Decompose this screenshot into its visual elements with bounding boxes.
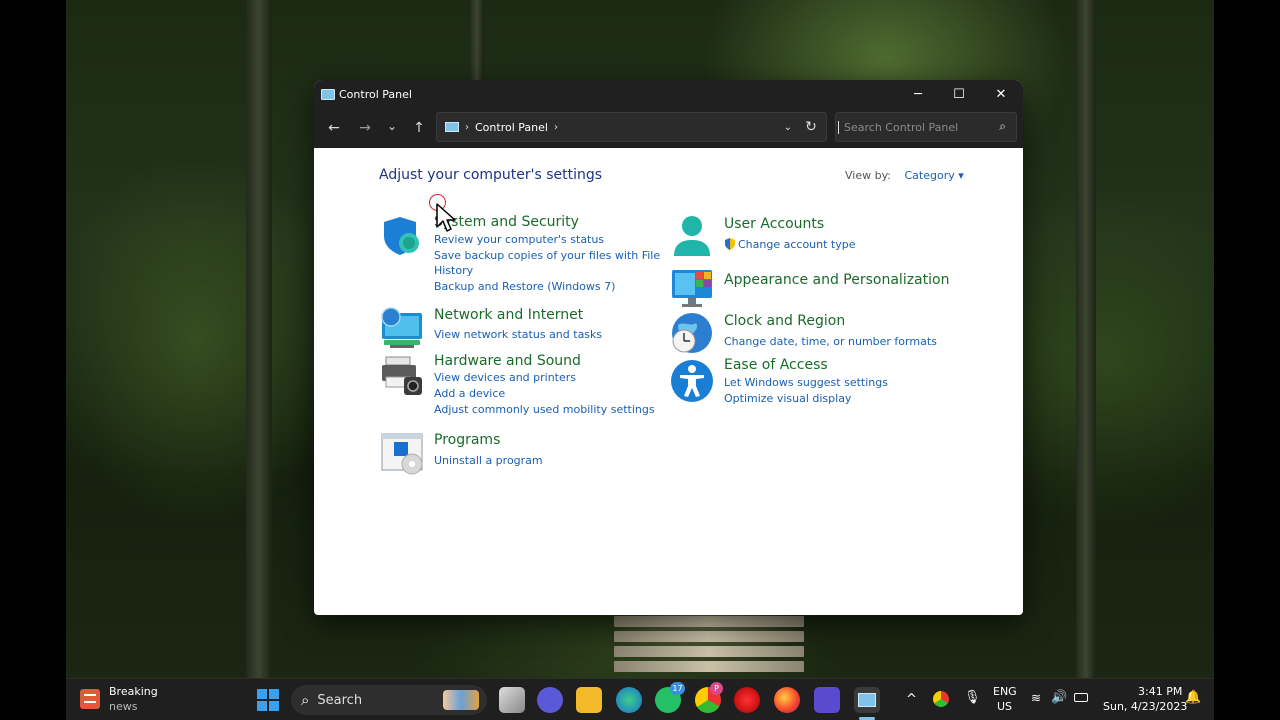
widget-title[interactable]: Breaking: [109, 685, 158, 698]
ease-of-access-title[interactable]: Ease of Access: [724, 357, 828, 373]
tray-overflow-button[interactable]: ^: [906, 692, 917, 707]
network-status-link[interactable]: View network status and tasks: [434, 328, 602, 341]
whatsapp-badge: 17: [670, 682, 685, 695]
microphone-icon[interactable]: 🎙: [964, 690, 981, 705]
mobility-settings-link[interactable]: Adjust commonly used mobility settings: [434, 403, 655, 416]
user-icon[interactable]: [670, 214, 714, 258]
programs-icon[interactable]: [380, 432, 424, 476]
view-by-label: View by:: [845, 169, 891, 182]
edge-browser-icon[interactable]: [616, 687, 642, 713]
control-panel-window: Control Panel ─ ☐ ✕ ← → ⌄ ↑ › Control Pa…: [314, 80, 1023, 615]
minimize-button[interactable]: ─: [897, 80, 939, 108]
add-device-link[interactable]: Add a device: [434, 387, 505, 400]
printer-icon[interactable]: [380, 353, 424, 397]
chrome-tray-icon[interactable]: [933, 691, 949, 707]
control-panel-taskbar-icon[interactable]: [854, 687, 880, 713]
search-highlight-icon: [443, 690, 479, 710]
address-bar[interactable]: › Control Panel › ⌄: [436, 112, 827, 142]
uninstall-program-link[interactable]: Uninstall a program: [434, 454, 543, 467]
view-by: View by: Category ▾: [845, 169, 964, 182]
devices-printers-link[interactable]: View devices and printers: [434, 371, 576, 384]
control-panel-icon: [445, 122, 459, 132]
search-input[interactable]: [838, 120, 988, 134]
breadcrumb-control-panel[interactable]: Control Panel: [475, 121, 548, 134]
maximize-button[interactable]: ☐: [938, 80, 980, 108]
taskbar-search-label: Search: [317, 692, 363, 708]
volume-icon[interactable]: 🔊: [1051, 690, 1067, 705]
notification-bell-icon[interactable]: 🔔: [1185, 690, 1201, 705]
huawei-icon[interactable]: [734, 687, 760, 713]
task-view-icon[interactable]: [499, 687, 525, 713]
windows-start-icon[interactable]: [257, 689, 279, 711]
refresh-button[interactable]: ↻: [798, 113, 824, 141]
programs-title[interactable]: Programs: [434, 432, 500, 448]
clock-region-title[interactable]: Clock and Region: [724, 313, 845, 329]
file-history-link-continued[interactable]: History: [434, 264, 473, 277]
accessibility-icon[interactable]: [670, 359, 714, 403]
title-bar: Control Panel ─ ☐ ✕: [314, 80, 1023, 108]
tree-trunk: [1076, 0, 1096, 678]
view-by-dropdown[interactable]: Category ▾: [905, 169, 964, 182]
battery-icon[interactable]: [1074, 693, 1088, 702]
news-widget-icon[interactable]: [80, 689, 100, 709]
shield-icon[interactable]: [380, 214, 424, 258]
taskbar-search[interactable]: ⌕ Search: [291, 685, 487, 715]
appearance-icon[interactable]: [670, 266, 714, 310]
network-icon[interactable]: [380, 307, 424, 351]
widget-subtitle[interactable]: news: [109, 700, 137, 713]
window-title: Control Panel: [339, 87, 412, 101]
tree-trunk: [246, 0, 272, 678]
hardware-title[interactable]: Hardware and Sound: [434, 353, 581, 369]
back-button[interactable]: ←: [319, 113, 349, 143]
control-panel-content: Adjust your computer's settings View by:…: [314, 148, 1023, 615]
screen-recorder-icon[interactable]: [814, 687, 840, 713]
appearance-title[interactable]: Appearance and Personalization: [724, 272, 949, 288]
mouse-pointer-icon: [436, 203, 456, 232]
file-explorer-icon[interactable]: [576, 687, 602, 713]
search-icon[interactable]: ⌕: [999, 119, 1006, 134]
teams-chat-icon[interactable]: [537, 687, 563, 713]
navigation-bar: ← → ⌄ ↑ › Control Panel › ⌄ ↻ ⌕: [314, 108, 1023, 148]
page-title: Adjust your computer's settings: [379, 167, 603, 183]
chrome-profile-badge: P: [710, 682, 723, 695]
control-panel-icon: [321, 88, 335, 100]
backup-restore-link[interactable]: Backup and Restore (Windows 7): [434, 280, 615, 293]
breadcrumb-separator: ›: [465, 121, 469, 133]
forward-button[interactable]: →: [350, 113, 380, 143]
search-box[interactable]: ⌕: [835, 112, 1017, 142]
date-time-formats-link[interactable]: Change date, time, or number formats: [724, 335, 937, 348]
file-history-link[interactable]: Save backup copies of your files with Fi…: [434, 249, 660, 262]
chevron-down-icon[interactable]: ⌄: [784, 122, 792, 133]
review-status-link[interactable]: Review your computer's status: [434, 233, 604, 246]
clock-date[interactable]: Sun, 4/23/2023: [1103, 700, 1187, 713]
optimize-display-link[interactable]: Optimize visual display: [724, 392, 851, 405]
uac-shield-icon: [724, 238, 736, 253]
wifi-icon[interactable]: ≋: [1031, 691, 1041, 705]
search-icon: ⌕: [301, 691, 310, 709]
up-button[interactable]: ↑: [404, 113, 434, 143]
clock-time[interactable]: 3:41 PM: [1138, 685, 1182, 698]
region-indicator[interactable]: US: [997, 700, 1012, 713]
recent-locations-button[interactable]: ⌄: [377, 111, 407, 141]
suggest-settings-link[interactable]: Let Windows suggest settings: [724, 376, 888, 389]
taskbar: Breaking news ⌕ Search 17 P ^ 🎙 ENG US ≋…: [66, 678, 1214, 720]
close-button[interactable]: ✕: [980, 80, 1022, 108]
network-title[interactable]: Network and Internet: [434, 307, 583, 323]
boardwalk: [614, 616, 804, 678]
change-account-type-link[interactable]: Change account type: [738, 238, 856, 251]
firefox-icon[interactable]: [774, 687, 800, 713]
breadcrumb-separator: ›: [553, 121, 558, 133]
language-indicator[interactable]: ENG: [993, 685, 1017, 698]
user-accounts-title[interactable]: User Accounts: [724, 216, 824, 232]
clock-globe-icon[interactable]: [670, 311, 714, 355]
